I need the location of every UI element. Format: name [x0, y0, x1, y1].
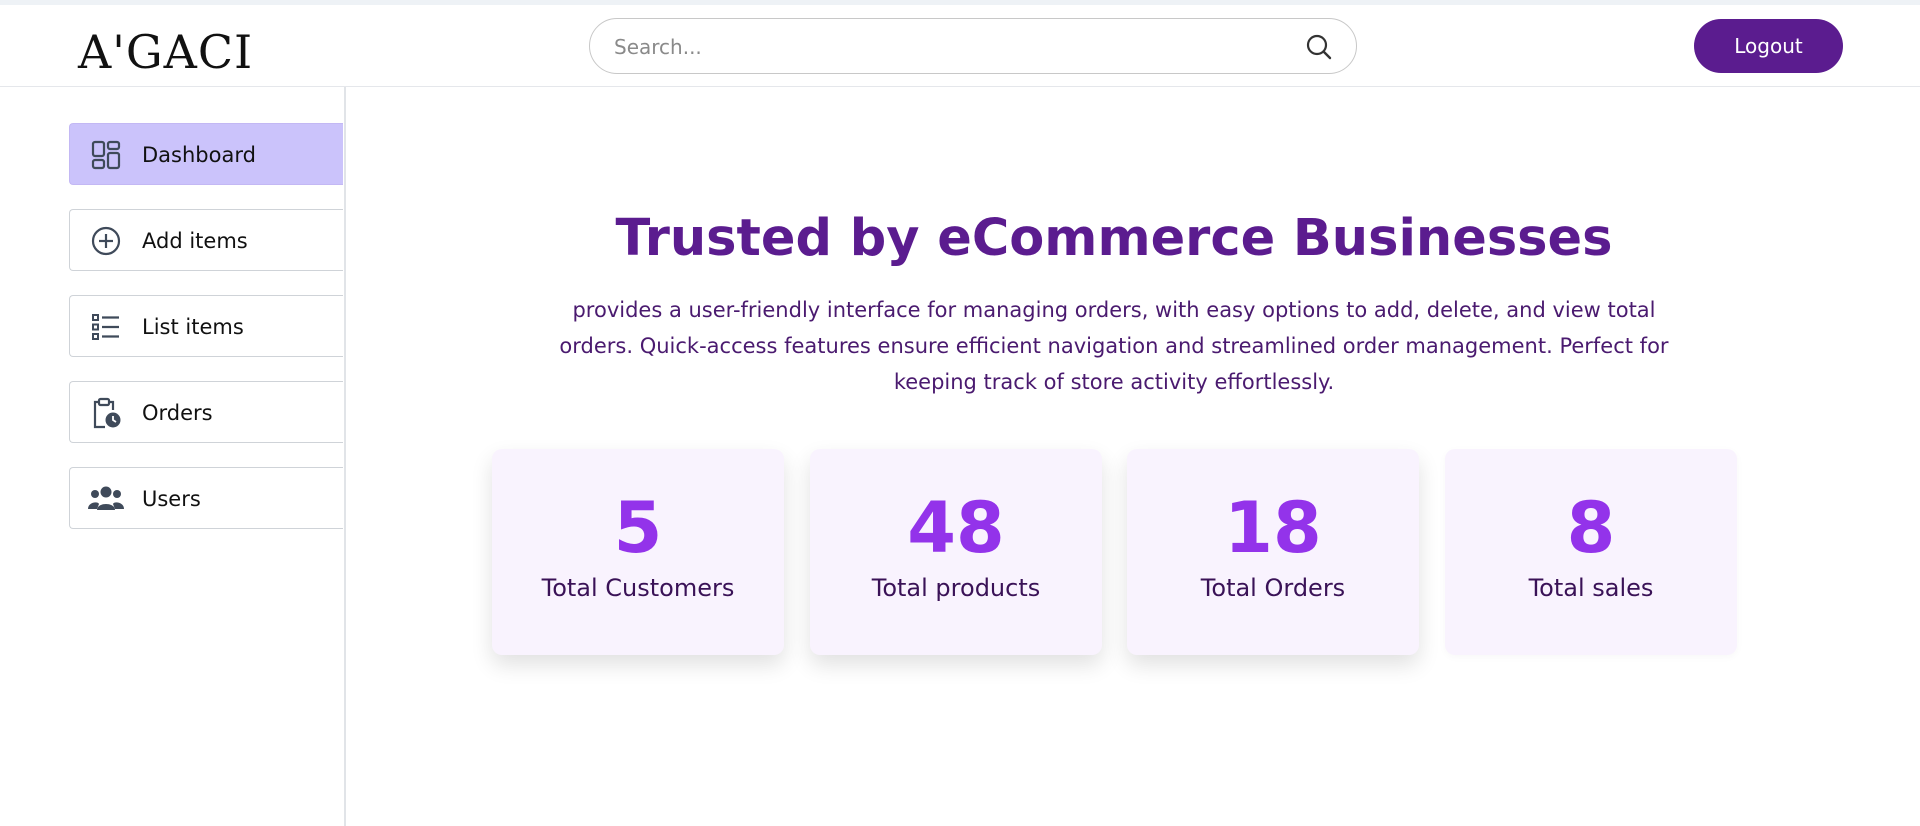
clipboard-clock-icon: [93, 397, 121, 429]
users-icon: [88, 486, 124, 510]
sidebar-item-dashboard[interactable]: Dashboard: [69, 123, 343, 185]
sidebar-item-label: Add items: [142, 229, 248, 253]
sidebar-item-orders[interactable]: Orders: [69, 381, 343, 443]
dashboard-icon: [91, 140, 121, 170]
stat-label: Total products: [871, 574, 1041, 602]
hero-title: Trusted by eCommerce Businesses: [615, 209, 1613, 268]
stat-label: Total Orders: [1200, 574, 1346, 602]
brand-logo[interactable]: A'GACI: [78, 23, 253, 81]
sidebar-item-label: Dashboard: [142, 143, 256, 167]
sidebar-item-label: Orders: [142, 401, 213, 425]
sidebar-item-label: Users: [142, 487, 201, 511]
stat-label: Total sales: [1528, 574, 1654, 602]
sidebar-item-label: List items: [142, 315, 244, 339]
search-input[interactable]: [614, 31, 1274, 63]
sidebar-item-list-items[interactable]: List items: [69, 295, 343, 357]
stat-card-customers: 5 Total Customers: [492, 449, 784, 655]
search-icon[interactable]: [1304, 32, 1334, 62]
stat-value: 48: [907, 487, 1005, 569]
add-circle-icon: [91, 226, 121, 256]
main-content: Trusted by eCommerce Businesses provides…: [348, 87, 1920, 826]
list-icon: [92, 314, 119, 340]
hero-description: provides a user-friendly interface for m…: [559, 298, 1669, 394]
stat-card-sales: 8 Total sales: [1445, 449, 1737, 655]
stat-value: 18: [1224, 487, 1322, 569]
stat-label: Total Customers: [541, 574, 735, 602]
stat-value: 5: [613, 487, 663, 569]
logout-button[interactable]: Logout: [1694, 19, 1843, 73]
sidebar-item-add-items[interactable]: Add items: [69, 209, 343, 271]
stat-card-orders: 18 Total Orders: [1127, 449, 1419, 655]
stat-card-products: 48 Total products: [810, 449, 1102, 655]
search-bar[interactable]: [589, 18, 1357, 74]
sidebar: Dashboard Add items List items Orders Us…: [0, 87, 346, 826]
sidebar-item-users[interactable]: Users: [69, 467, 343, 529]
top-header: A'GACI Logout: [0, 5, 1920, 87]
stat-value: 8: [1566, 487, 1616, 569]
